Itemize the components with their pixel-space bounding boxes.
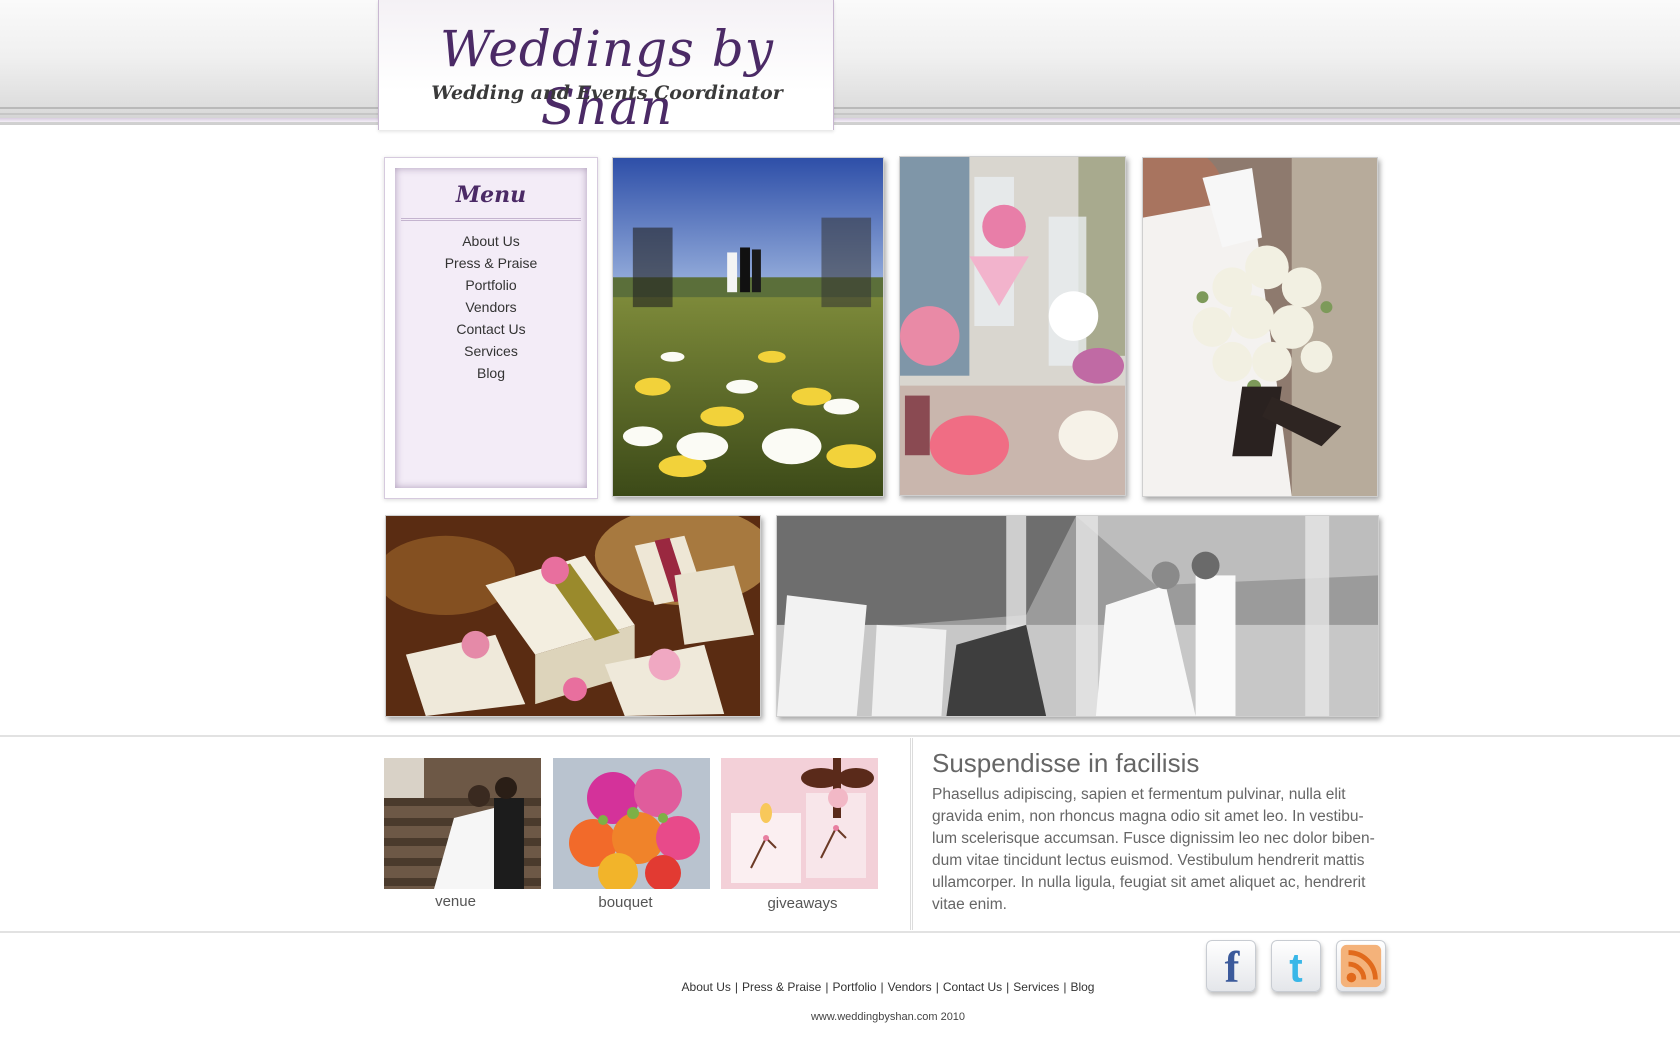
- menu-title: Menu: [455, 182, 527, 208]
- logo[interactable]: Weddings by Shan Wedding and Events Coor…: [378, 0, 834, 136]
- header-rule: [0, 113, 1680, 115]
- footer-nav: About Us | Press & Praise | Portfolio | Vendor…: [0, 980, 1680, 994]
- menu-item-blog[interactable]: Blog: [395, 362, 587, 384]
- site-subtitle: Wedding and Events Coordinator: [431, 82, 783, 104]
- menu-item-portfolio[interactable]: Portfolio: [395, 274, 587, 296]
- header-accent-rule: [0, 118, 1680, 122]
- footer-link-about-us[interactable]: About Us: [682, 980, 731, 994]
- menu-item-vendors[interactable]: Vendors: [395, 296, 587, 318]
- footer-separator: |: [1063, 980, 1067, 994]
- beach-couple-photo: [776, 515, 1379, 717]
- menu-item-about-us[interactable]: About Us: [395, 230, 587, 252]
- footer-link-blog[interactable]: Blog: [1070, 980, 1094, 994]
- menu-item-services[interactable]: Services: [395, 340, 587, 362]
- giveaways-thumbnail[interactable]: [721, 758, 878, 889]
- article-title: Suspendisse in facilisis: [932, 748, 1200, 778]
- copyright-text: www.weddingbyshan.com 2010: [810, 1011, 966, 1023]
- bouquet-caption[interactable]: bouquet: [547, 894, 704, 911]
- footer-link-portfolio[interactable]: Portfolio: [832, 980, 876, 994]
- footer-separator: |: [880, 980, 884, 994]
- menu-item-press-praise[interactable]: Press & Praise: [395, 252, 587, 274]
- column-divider: [910, 738, 913, 930]
- footer-separator: |: [825, 980, 829, 994]
- favor-boxes-photo: [385, 515, 761, 717]
- footer-separator: |: [1006, 980, 1010, 994]
- candy-bar-photo: [899, 156, 1126, 496]
- footer-separator: |: [734, 980, 738, 994]
- menu-divider: [401, 218, 581, 221]
- giveaways-caption[interactable]: giveaways: [724, 895, 881, 912]
- menu-list: About Us Press & Praise Portfolio Vendor…: [395, 230, 587, 384]
- section-divider: [0, 735, 1680, 737]
- aisle-flowers-photo: [612, 157, 884, 497]
- footer-divider: [0, 931, 1680, 933]
- bridal-bouquet-photo: [1142, 157, 1378, 497]
- header-band: [0, 0, 1680, 125]
- menu-inner: Menu About Us Press & Praise Portfolio V…: [395, 168, 587, 488]
- venue-caption[interactable]: venue: [377, 893, 534, 910]
- article-body: Phasellus adipiscing, sapien et fermentu…: [932, 786, 1375, 913]
- menu-item-contact-us[interactable]: Contact Us: [395, 318, 587, 340]
- venue-thumbnail[interactable]: [384, 758, 541, 889]
- footer-link-contact-us[interactable]: Contact Us: [943, 980, 1002, 994]
- site-title: Weddings by Shan: [440, 20, 774, 136]
- header-rule: [0, 107, 1680, 109]
- footer-link-press-praise[interactable]: Press & Praise: [742, 980, 821, 994]
- menu-panel: Menu About Us Press & Praise Portfolio V…: [384, 157, 598, 499]
- footer-link-services[interactable]: Services: [1013, 980, 1059, 994]
- footer-separator: |: [935, 980, 939, 994]
- footer-link-vendors[interactable]: Vendors: [888, 980, 932, 994]
- bouquet-thumbnail[interactable]: [553, 758, 710, 889]
